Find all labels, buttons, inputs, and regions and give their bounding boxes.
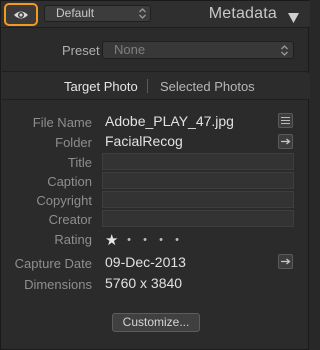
preset-label: Preset bbox=[62, 43, 100, 58]
customize-button[interactable]: Customize... bbox=[112, 313, 200, 332]
go-to-folder-button[interactable] bbox=[278, 134, 293, 149]
title-input[interactable] bbox=[102, 153, 294, 170]
file-name-list-button[interactable] bbox=[278, 113, 293, 128]
preset-value: None bbox=[114, 42, 146, 57]
rating-label: Rating bbox=[54, 232, 92, 247]
tab-selected-photos[interactable]: Selected Photos bbox=[160, 79, 255, 94]
list-icon bbox=[281, 116, 290, 125]
metadata-panel: Default Metadata Preset None Target Phot… bbox=[0, 0, 310, 350]
rating-stars[interactable]: ★ • • • • bbox=[105, 231, 185, 249]
copyright-input[interactable] bbox=[102, 191, 294, 208]
metadata-set-value: Default bbox=[56, 6, 95, 20]
star-icon[interactable]: ★ bbox=[105, 231, 121, 249]
preset-select[interactable]: None bbox=[102, 41, 294, 59]
eye-toggle-button[interactable] bbox=[4, 3, 38, 26]
file-name-label: File Name bbox=[32, 115, 92, 130]
eye-icon bbox=[13, 9, 29, 21]
title-label: Title bbox=[67, 155, 92, 170]
tab-target-photo[interactable]: Target Photo bbox=[64, 79, 138, 94]
empty-star-dot[interactable]: • bbox=[169, 234, 185, 246]
file-name-value[interactable]: Adobe_PLAY_47.jpg bbox=[105, 113, 234, 129]
empty-star-dot[interactable]: • bbox=[153, 234, 169, 246]
empty-star-dot[interactable]: • bbox=[121, 234, 137, 246]
capture-date-label: Capture Date bbox=[14, 256, 92, 271]
target-tabs: Target Photo Selected Photos bbox=[1, 73, 310, 99]
panel-title: Metadata bbox=[208, 5, 277, 22]
copyright-label: Copyright bbox=[36, 193, 92, 208]
triangle-down-icon[interactable] bbox=[288, 10, 299, 28]
updown-arrows-icon bbox=[138, 7, 147, 20]
tab-separator bbox=[147, 79, 148, 93]
creator-input[interactable] bbox=[102, 210, 294, 227]
arrow-right-icon bbox=[280, 138, 291, 145]
dimensions-value: 5760 x 3840 bbox=[105, 275, 183, 291]
caption-input[interactable] bbox=[102, 172, 294, 189]
caption-label: Caption bbox=[47, 174, 92, 189]
folder-label: Folder bbox=[55, 135, 92, 150]
dimensions-label: Dimensions bbox=[24, 277, 92, 292]
folder-value: FacialRecog bbox=[105, 133, 183, 149]
capture-date-value: 09-Dec-2013 bbox=[105, 254, 186, 270]
creator-label: Creator bbox=[48, 212, 92, 227]
go-to-date-button[interactable] bbox=[278, 254, 293, 269]
panel-header: Default Metadata bbox=[1, 1, 310, 28]
metadata-set-select[interactable]: Default bbox=[44, 5, 151, 22]
divider bbox=[2, 71, 309, 72]
updown-arrows-icon bbox=[280, 44, 289, 57]
arrow-right-icon bbox=[280, 258, 291, 265]
empty-star-dot[interactable]: • bbox=[137, 234, 153, 246]
divider bbox=[2, 99, 309, 100]
